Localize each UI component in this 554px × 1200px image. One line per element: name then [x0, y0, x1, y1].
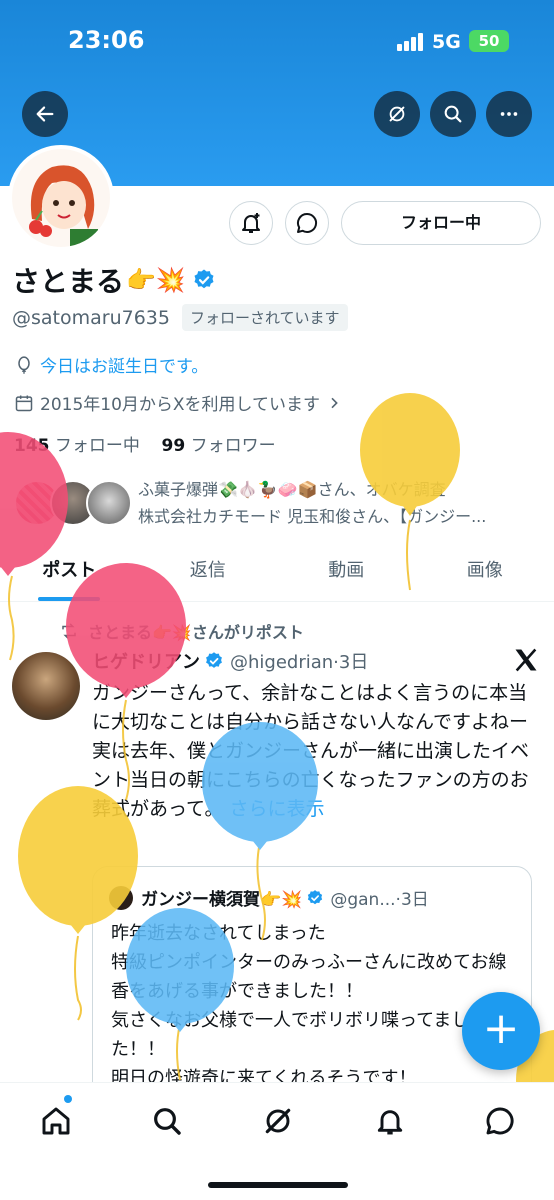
follow-counts: 145 フォロー中 99 フォロワー	[14, 431, 276, 456]
grok-icon	[265, 1108, 291, 1134]
profile-name-row: さとまる 👉💥	[12, 260, 216, 300]
nav-grok[interactable]	[258, 1101, 298, 1141]
message-button[interactable]	[285, 201, 329, 245]
back-arrow-icon	[36, 106, 54, 122]
battery-indicator: 50	[469, 30, 509, 52]
balloon-icon	[18, 355, 30, 374]
notifications-icon	[377, 1110, 403, 1135]
search-button[interactable]	[430, 91, 476, 137]
avatar	[86, 480, 132, 526]
chevron-right-icon	[331, 397, 338, 408]
following-button[interactable]: フォロー中	[341, 201, 541, 245]
notify-bell-icon	[242, 213, 260, 233]
following-label: フォロー中	[54, 436, 140, 456]
repost-icon	[62, 623, 76, 639]
message-icon	[297, 212, 318, 233]
quote-author-name: ガンジー横須賀👉💥	[141, 890, 303, 910]
verified-badge-icon	[194, 269, 214, 289]
signal-icon	[397, 33, 425, 51]
tab-videos[interactable]: 動画	[277, 548, 416, 601]
tweet-header: ヒゲドリアン @higedrian·3日	[92, 648, 368, 674]
tweet-body[interactable]: ガンジーさんって、余計なことはよく言うのに本当に大切なことは自分から話さない人な…	[92, 679, 542, 824]
followed-by-text[interactable]: ふ菓子爆弾💸🧄🦆🧼📦さん、オバケ調査 株式会社カチモード 児玉和俊さん、【ガンジ…	[138, 476, 538, 530]
status-time: 23:06	[68, 26, 145, 54]
messages-icon	[486, 1107, 514, 1135]
show-more-link[interactable]: さらに表示	[230, 798, 325, 820]
followers-label: フォロワー	[190, 436, 276, 456]
following-count: 145	[14, 436, 50, 456]
quote-handle: @gan...·3日	[330, 890, 429, 910]
grok-icon	[389, 106, 405, 122]
quote-body: 昨年逝去なされてしまった 特級ピンポインターのみっふーさんに改めてお線香をあげる…	[111, 923, 507, 1089]
quoted-tweet[interactable]: ガンジー横須賀👉💥 @gan...·3日 昨年逝去なされてしまった 特級ピンポイ…	[92, 866, 532, 1106]
compose-button[interactable]: +	[462, 992, 540, 1070]
followed-by-line1: ふ菓子爆弾💸🧄🦆🧼📦さん、オバケ調査	[138, 480, 446, 499]
x-logo-icon	[515, 648, 537, 672]
followers-link[interactable]: 99 フォロワー	[162, 436, 276, 456]
tweet-author-name[interactable]: ヒゲドリアン	[92, 648, 200, 674]
display-name: さとまる	[12, 265, 125, 298]
notify-button[interactable]	[229, 201, 273, 245]
home-indicator	[208, 1182, 348, 1188]
search-icon	[154, 1108, 181, 1135]
followed-by-avatars[interactable]	[14, 480, 132, 530]
tab-posts[interactable]: ポスト	[0, 548, 139, 601]
calendar-icon	[15, 395, 33, 411]
quote-header: ガンジー横須賀👉💥 @gan...·3日	[109, 885, 429, 910]
back-button[interactable]	[22, 91, 68, 137]
profile-avatar[interactable]	[8, 145, 114, 251]
profile-tabs: ポスト 返信 動画 画像	[0, 548, 554, 602]
more-icon	[500, 112, 518, 116]
handle-row: @satomaru7635 フォローされています	[12, 304, 348, 331]
repost-indicator: さとまる👉💥さんがリポスト	[60, 619, 304, 643]
followers-count: 99	[161, 436, 186, 456]
home-icon	[42, 1107, 70, 1135]
unread-dot	[64, 1095, 72, 1103]
tweet-author-avatar[interactable]	[12, 652, 80, 720]
balloon	[0, 432, 68, 661]
joined-text: 2015年10月からXを利用しています	[40, 395, 321, 415]
birthday-text[interactable]: 今日はお誕生日です。	[40, 352, 208, 377]
grok-button[interactable]	[374, 91, 420, 137]
nav-messages[interactable]	[480, 1101, 520, 1141]
tab-images[interactable]: 画像	[416, 548, 554, 601]
verified-badge-icon	[308, 889, 323, 904]
follows-you-badge: フォローされています	[181, 304, 348, 331]
nav-notifications[interactable]	[370, 1101, 410, 1141]
profile-handle: @satomaru7635	[12, 306, 170, 329]
joined-line[interactable]: 2015年10月からXを利用しています	[14, 390, 348, 415]
nav-search[interactable]	[147, 1101, 187, 1141]
repost-text: さとまる👉💥さんがリポスト	[88, 623, 304, 642]
tweet-handle: @higedrian·3日	[230, 652, 369, 673]
more-button[interactable]	[486, 91, 532, 137]
followed-by-line2: 株式会社カチモード 児玉和俊さん、【ガンジー...	[138, 507, 487, 526]
status-bar: 23:06 5G 50	[0, 0, 554, 80]
network-label: 5G	[432, 31, 461, 53]
avatar	[109, 885, 133, 910]
following-link[interactable]: 145 フォロー中	[14, 436, 140, 456]
search-icon	[444, 105, 462, 123]
tab-replies[interactable]: 返信	[139, 548, 278, 601]
birthday-line: 今日はお誕生日です。	[14, 352, 208, 377]
verified-badge-icon	[206, 652, 222, 668]
nav-home[interactable]	[36, 1101, 76, 1141]
name-emojis: 👉💥	[126, 266, 186, 294]
